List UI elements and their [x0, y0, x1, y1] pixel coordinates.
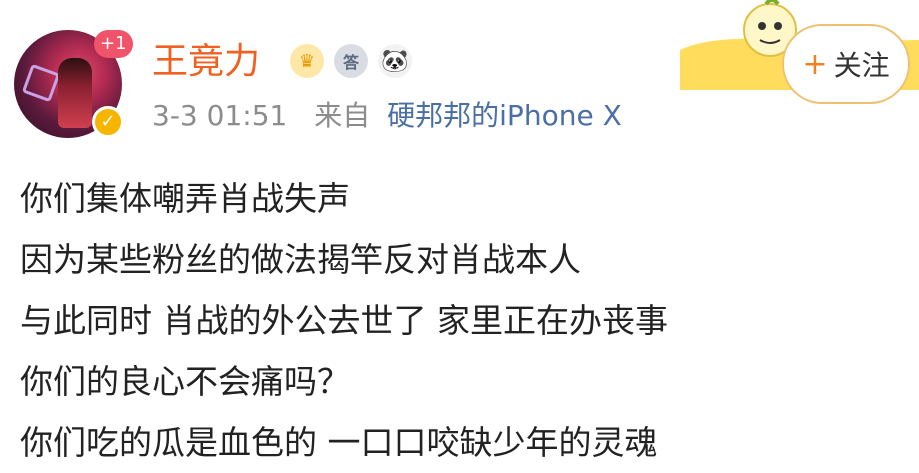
follow-button[interactable]: + 关注: [782, 24, 910, 104]
content-line: 你们的良心不会痛吗？: [20, 362, 350, 401]
post-content: 你们集体嘲弄肖战失声 因为某些粉丝的做法揭竿反对肖战本人 与此同时 肖战的外公去…: [20, 168, 668, 473]
verified-icon: ✓: [92, 106, 124, 138]
source-prefix: 来自: [314, 99, 371, 132]
user-badges: ♛ 答 🐼: [290, 44, 412, 78]
content-line: 你们集体嘲弄肖战失声: [20, 179, 350, 218]
plus-icon: +: [802, 46, 828, 82]
username[interactable]: 王竟力: [152, 40, 260, 84]
content-line: 因为某些粉丝的做法揭竿反对肖战本人: [20, 240, 581, 279]
notification-badge: +1: [94, 30, 133, 58]
follow-label: 关注: [833, 49, 890, 82]
panda-icon[interactable]: 🐼: [378, 44, 412, 78]
source-device-link[interactable]: 硬邦邦的iPhone X: [387, 99, 622, 132]
post-time: 3-3 01:51: [152, 99, 288, 132]
user-avatar-block[interactable]: +1 ✓: [14, 30, 133, 140]
medal-icon[interactable]: 答: [334, 44, 368, 78]
avatar-figure: [58, 58, 92, 128]
content-line: 你们吃的瓜是血色的 一口口咬缺少年的灵魂: [20, 423, 658, 462]
avatar-decoration: [21, 63, 61, 103]
post-meta: 3-3 01:51 来自 硬邦邦的iPhone X: [152, 98, 622, 134]
content-line: 与此同时 肖战的外公去世了 家里正在办丧事: [20, 301, 668, 340]
crown-icon[interactable]: ♛: [290, 44, 324, 78]
